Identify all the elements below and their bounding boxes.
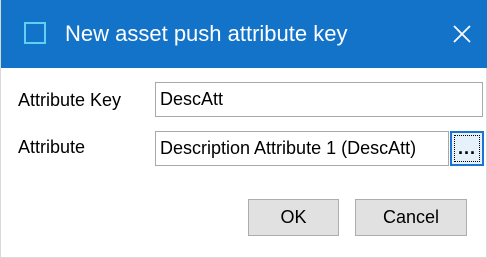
title-bar[interactable]: New asset push attribute key — [1, 0, 487, 68]
attribute-input[interactable]: Description Attribute 1 (DescAtt) — [155, 131, 449, 166]
new-asset-push-attribute-key-dialog: New asset push attribute key Attribute K… — [0, 0, 487, 258]
browse-button-label: ... — [454, 135, 480, 162]
ok-button[interactable]: OK — [248, 199, 339, 236]
attribute-key-input[interactable]: DescAtt — [155, 82, 483, 117]
attribute-key-label: Attribute Key — [18, 90, 122, 110]
window-icon — [24, 22, 46, 44]
close-icon — [453, 25, 471, 43]
attribute-browse-button[interactable]: ... — [450, 131, 484, 166]
cancel-button[interactable]: Cancel — [355, 199, 467, 236]
attribute-label: Attribute — [18, 137, 86, 157]
close-button[interactable] — [444, 16, 480, 52]
dialog-title: New asset push attribute key — [65, 21, 348, 46]
